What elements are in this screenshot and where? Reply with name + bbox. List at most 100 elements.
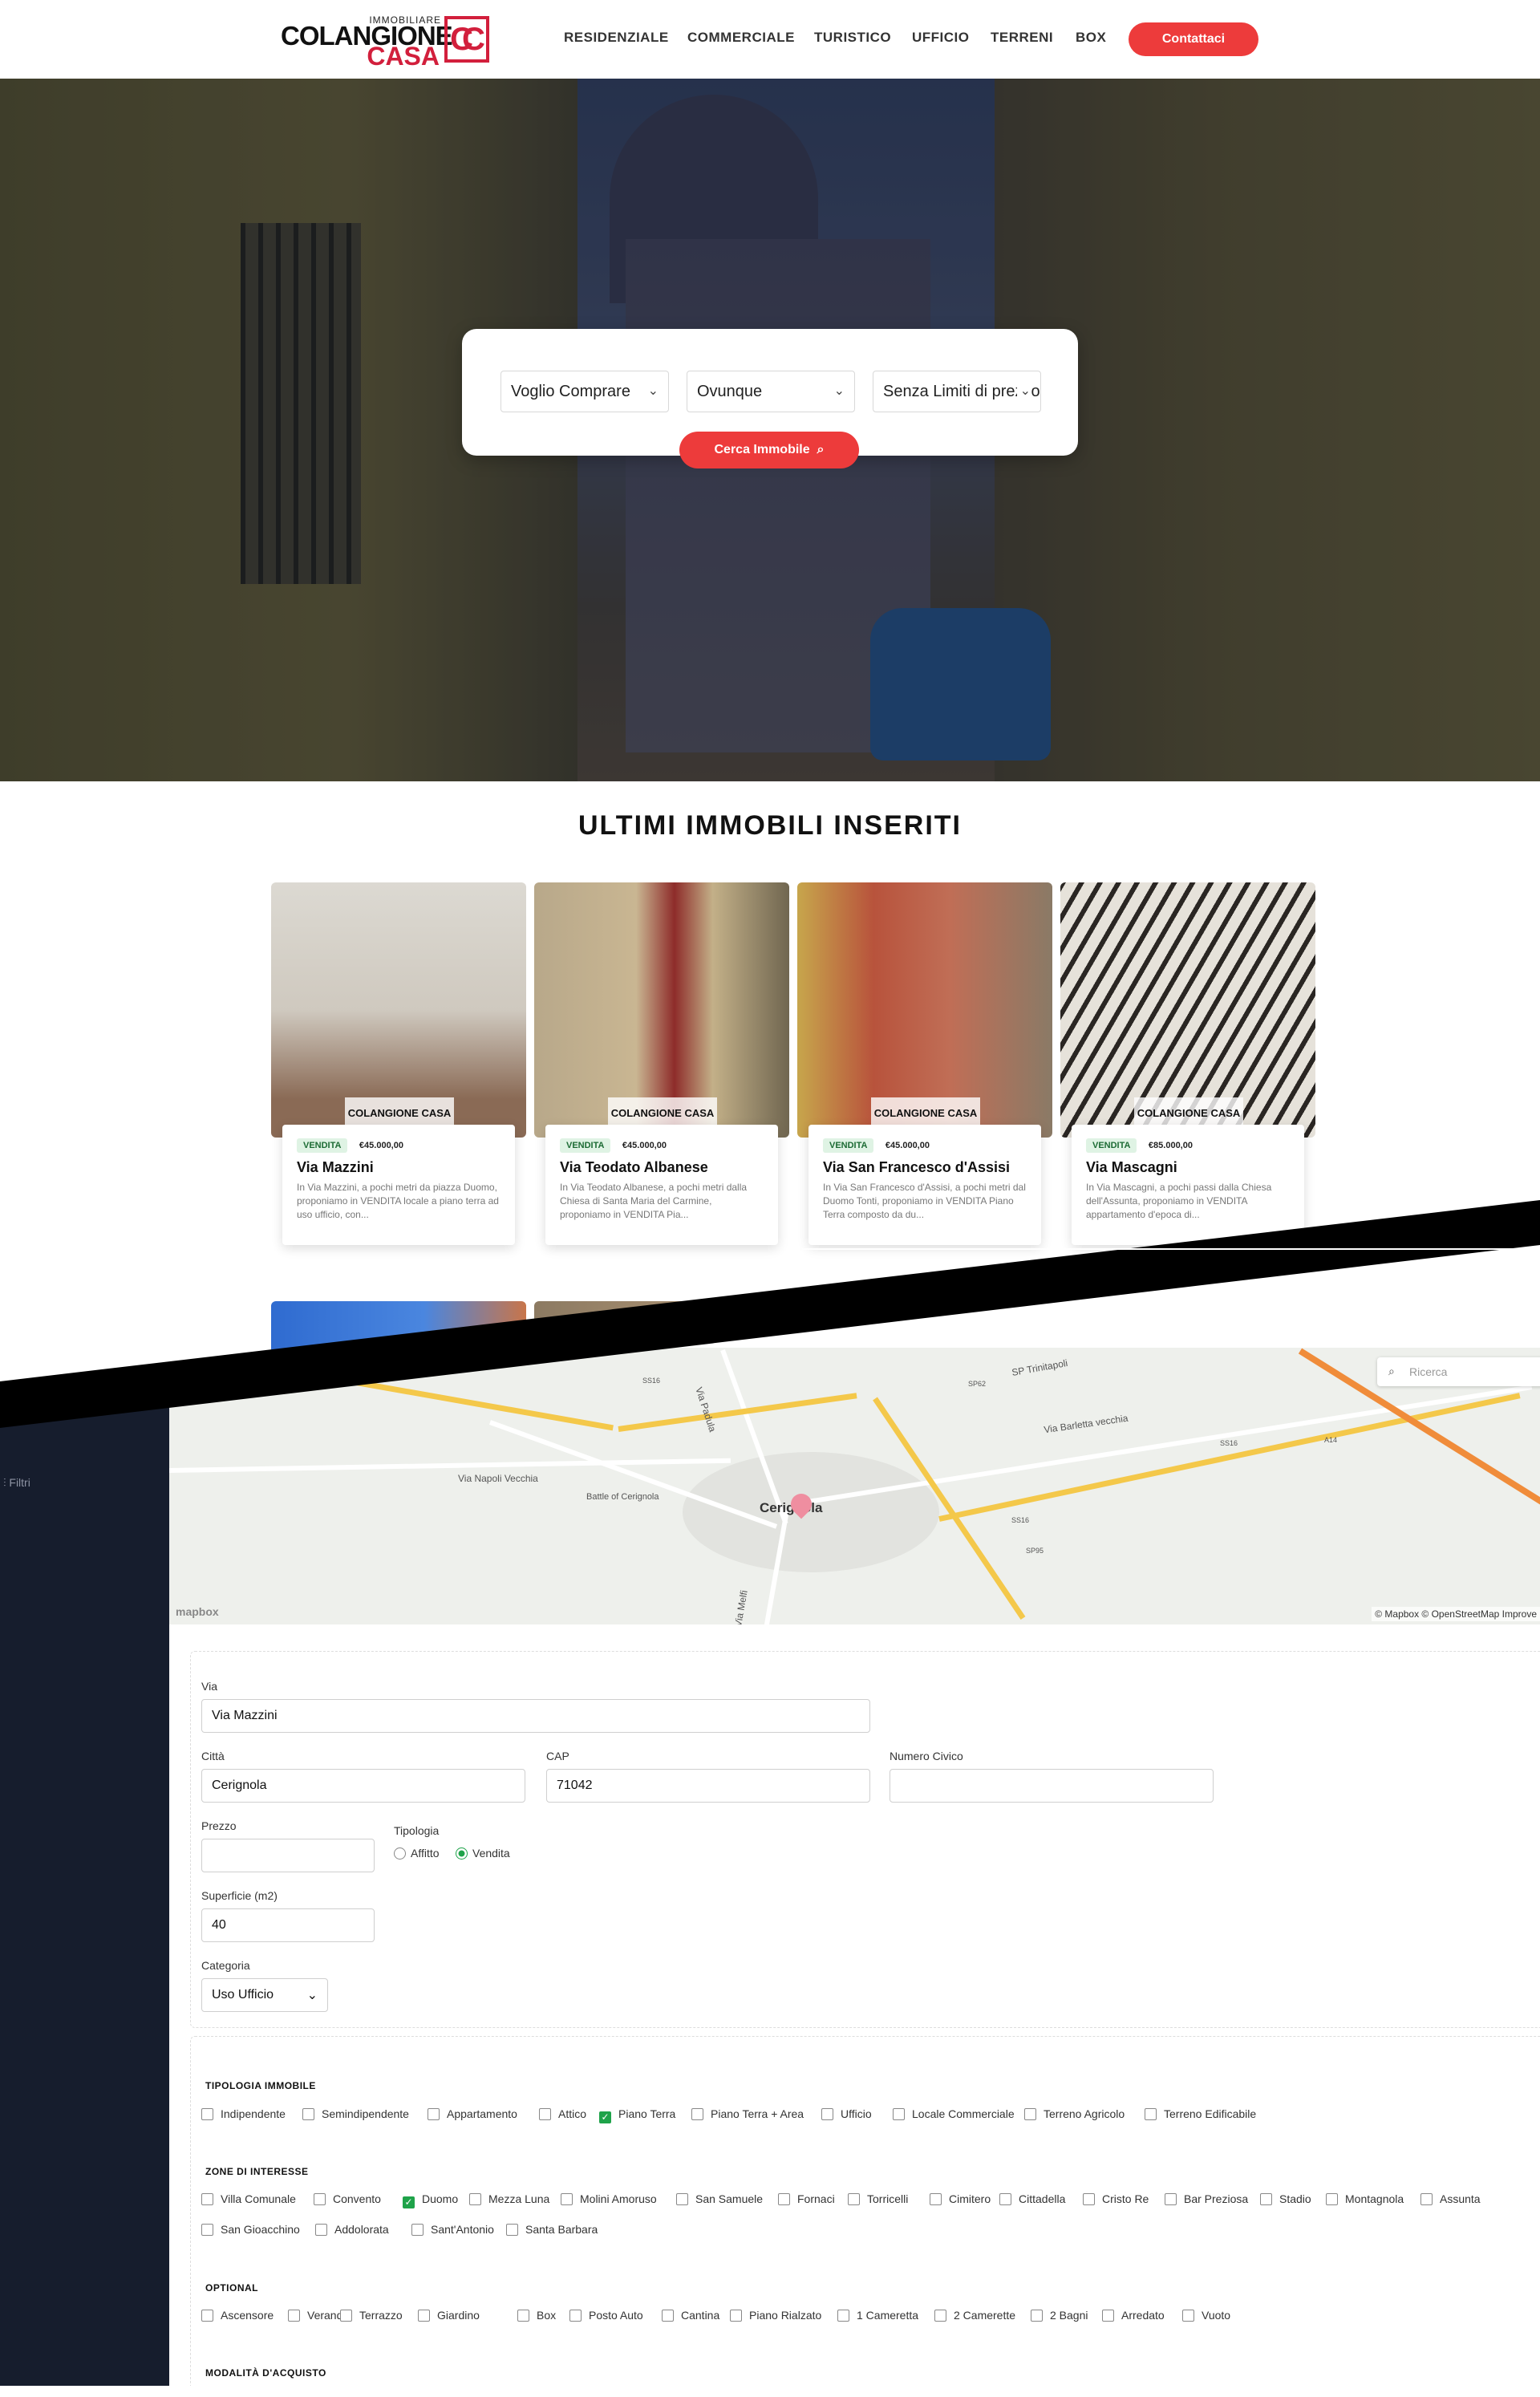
checkbox-box — [201, 2310, 213, 2322]
optional-label: Piano Rialzato — [749, 2309, 822, 2322]
zona-label: Fornaci — [797, 2192, 835, 2205]
cap-input[interactable]: 71042 — [546, 1769, 870, 1803]
listing-description: In Via Mazzini, a pochi metri da piazza … — [297, 1182, 499, 1220]
chevron-down-icon: ⌄ — [647, 384, 659, 398]
zona-checkbox[interactable]: Molini Amoruso — [561, 2192, 657, 2205]
zona-checkbox[interactable]: Villa Comunale — [201, 2192, 296, 2205]
map-search-input[interactable]: ⌕ Ricerca — [1377, 1357, 1540, 1386]
contact-button[interactable]: Contattaci — [1129, 22, 1258, 56]
zona-checkbox[interactable]: Montagnola — [1326, 2192, 1404, 2205]
tipologia-checkbox[interactable]: Terreno Agricolo — [1024, 2107, 1125, 2120]
nav-terreni[interactable]: TERRENI — [991, 30, 1053, 46]
optional-checkbox[interactable]: Piano Rialzato — [730, 2309, 821, 2322]
optional-checkbox[interactable]: 2 Bagni — [1031, 2309, 1088, 2322]
intent-select[interactable]: Voglio Comprare ⌄ — [500, 371, 669, 412]
optional-checkbox[interactable]: Giardino — [418, 2309, 480, 2322]
optional-checkbox[interactable]: Posto Auto — [569, 2309, 643, 2322]
zona-label: Cimitero — [949, 2192, 991, 2205]
superficie-input[interactable]: 40 — [201, 1908, 375, 1942]
listing-price: €85.000,00 — [1148, 1141, 1193, 1150]
tipologia-checkbox[interactable]: Locale Commerciale — [893, 2107, 1015, 2120]
search-button[interactable]: Cerca Immobile ⌕ — [679, 432, 859, 468]
tipologia-label: Terreno Agricolo — [1044, 2107, 1125, 2120]
zona-checkbox[interactable]: Cittadella — [999, 2192, 1065, 2205]
optional-checkbox[interactable]: 1 Cameretta — [837, 2309, 918, 2322]
listing-card[interactable]: COLANGIONE CASA VENDITA €45.000,00 Via S… — [797, 882, 1052, 1251]
nav-commerciale[interactable]: COMMERCIALE — [687, 30, 795, 46]
zona-checkbox[interactable]: Torricelli — [848, 2192, 908, 2205]
tipologia-checkbox[interactable]: Ufficio — [821, 2107, 872, 2120]
optional-title: OPTIONAL — [205, 2282, 258, 2294]
optional-checkbox[interactable]: Arredato — [1102, 2309, 1165, 2322]
zona-label: Montagnola — [1345, 2192, 1404, 2205]
nav-residenziale[interactable]: RESIDENZIALE — [564, 30, 669, 46]
zona-checkbox[interactable]: Convento — [314, 2192, 381, 2205]
location-select[interactable]: Ovunque ⌄ — [687, 371, 855, 412]
categoria-label: Categoria — [201, 1959, 250, 1972]
zona-label: Stadio — [1279, 2192, 1311, 2205]
zona-checkbox[interactable]: Addolorata — [315, 2223, 389, 2236]
radio-vendita-label: Vendita — [472, 1847, 510, 1860]
search-icon: ⌕ — [813, 443, 825, 456]
checkbox-box — [837, 2310, 849, 2322]
zona-checkbox[interactable]: Stadio — [1260, 2192, 1311, 2205]
via-input[interactable]: Via Mazzini — [201, 1699, 870, 1733]
zona-checkbox[interactable]: San Samuele — [676, 2192, 763, 2205]
optional-checkbox[interactable]: Cantina — [662, 2309, 719, 2322]
tipologia-checkbox[interactable]: Indipendente — [201, 2107, 286, 2120]
tipologia-checkbox[interactable]: Appartamento — [428, 2107, 517, 2120]
price-select[interactable]: Senza Limiti di prezzo ⌄ — [873, 371, 1041, 412]
tipologia-checkbox[interactable]: ✓ Piano Terra — [599, 2107, 675, 2123]
checkbox-box — [730, 2310, 742, 2322]
zona-checkbox[interactable]: San Gioacchino — [201, 2223, 300, 2236]
map-attribution[interactable]: © Mapbox © OpenStreetMap Improve — [1372, 1607, 1540, 1621]
zona-checkbox[interactable]: Bar Preziosa — [1165, 2192, 1248, 2205]
zona-checkbox[interactable]: Cristo Re — [1083, 2192, 1149, 2205]
categoria-select[interactable]: Uso Ufficio ⌄ — [201, 1978, 328, 2012]
tipologia-checkbox[interactable]: Attico — [539, 2107, 586, 2120]
optional-checkbox[interactable]: Ascensore — [201, 2309, 274, 2322]
site-logo[interactable]: IMMOBILIARE COLANGIONE CASA CC — [281, 14, 489, 71]
optional-label: 2 Bagni — [1050, 2309, 1088, 2322]
optional-checkbox[interactable]: Terrazzo — [340, 2309, 403, 2322]
listings-title: ULTIMI IMMOBILI INSERITI — [578, 810, 962, 841]
tipologia-checkbox[interactable]: Piano Terra + Area — [691, 2107, 804, 2120]
nav-box[interactable]: BOX — [1076, 30, 1106, 46]
zona-label: Bar Preziosa — [1184, 2192, 1249, 2205]
nav-turistico[interactable]: TURISTICO — [814, 30, 891, 46]
tipologia-label: Appartamento — [447, 2107, 517, 2120]
zona-checkbox[interactable]: Assunta — [1420, 2192, 1481, 2205]
radio-affitto[interactable]: Affitto — [394, 1847, 440, 1860]
zona-checkbox[interactable]: Sant'Antonio — [411, 2223, 494, 2236]
listing-body: VENDITA €45.000,00 Via Mazzini In Via Ma… — [282, 1125, 515, 1245]
optional-checkbox[interactable]: Vuoto — [1182, 2309, 1230, 2322]
zona-checkbox[interactable]: Mezza Luna — [469, 2192, 549, 2205]
filter-toggle[interactable]: ⫶ Filtri — [3, 1476, 30, 1490]
checkbox-box — [662, 2310, 674, 2322]
checkbox-box — [1024, 2108, 1036, 2120]
listing-card[interactable]: COLANGIONE CASA VENDITA €45.000,00 Via M… — [271, 882, 526, 1251]
nav-ufficio[interactable]: UFFICIO — [912, 30, 970, 46]
listing-title: Via Teodato Albanese — [560, 1159, 708, 1175]
zona-checkbox[interactable]: Cimitero — [930, 2192, 991, 2205]
checkbox-box — [314, 2193, 326, 2205]
prezzo-input[interactable] — [201, 1839, 375, 1872]
zona-checkbox[interactable]: Santa Barbara — [506, 2223, 598, 2236]
checkmark-icon: ✓ — [599, 2111, 611, 2123]
zona-checkbox[interactable]: Fornaci — [778, 2192, 835, 2205]
listing-card[interactable]: COLANGIONE CASA VENDITA €45.000,00 Via T… — [534, 882, 789, 1251]
radio-vendita[interactable]: Vendita — [456, 1847, 510, 1860]
zona-checkbox[interactable]: ✓ Duomo — [403, 2192, 458, 2208]
listing-card[interactable]: COLANGIONE CASA VENDITA €85.000,00 Via M… — [1060, 882, 1315, 1251]
map[interactable]: SP Trinitapoli SS16 SP62 Via Padula Via … — [169, 1348, 1540, 1624]
optional-checkbox[interactable]: Box — [517, 2309, 556, 2322]
status-badge: VENDITA — [823, 1138, 874, 1153]
mapbox-logo[interactable]: mapbox — [176, 1605, 219, 1618]
civico-input[interactable] — [890, 1769, 1214, 1803]
citta-input[interactable]: Cerignola — [201, 1769, 525, 1803]
optional-checkbox[interactable]: 2 Camerette — [934, 2309, 1015, 2322]
tipologia-checkbox[interactable]: Semindipendente — [302, 2107, 409, 2120]
zona-label: Molini Amoruso — [580, 2192, 657, 2205]
search-icon: ⌕ — [1388, 1365, 1395, 1377]
tipologia-checkbox[interactable]: Terreno Edificabile — [1145, 2107, 1256, 2120]
